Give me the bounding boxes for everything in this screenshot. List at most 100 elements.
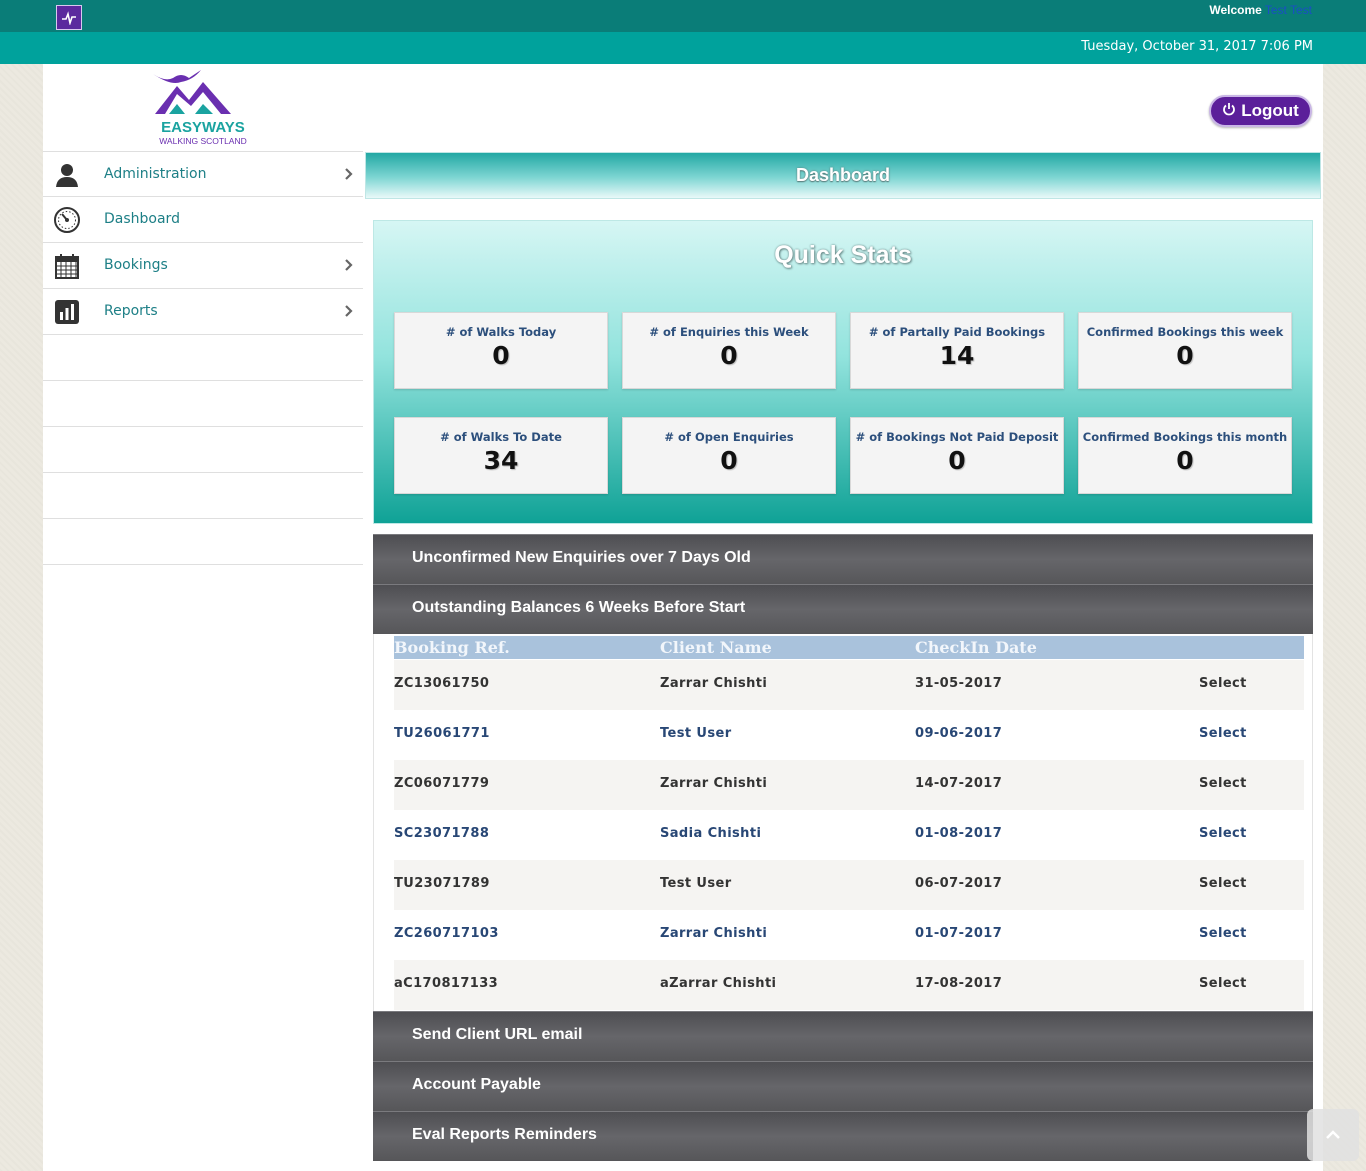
checkin-date-cell: 31-05-2017	[915, 676, 1003, 691]
sidebar-empty-row	[43, 427, 363, 473]
table-row: ZC06071779 Zarrar Chishti 14-07-2017 Sel…	[394, 760, 1304, 810]
table-row: ZC13061750 Zarrar Chishti 31-05-2017 Sel…	[394, 660, 1304, 710]
sidebar-item-reports[interactable]: Reports	[43, 289, 363, 335]
stat-value: 0	[1176, 341, 1194, 370]
logo-text-main: EASYWAYS	[161, 119, 245, 136]
section-header-unconfirmed-enquiries[interactable]: Unconfirmed New Enquiries over 7 Days Ol…	[373, 534, 1313, 584]
sidebar-item-bookings[interactable]: Bookings	[43, 243, 363, 289]
stat-value: 14	[939, 341, 975, 370]
checkin-date-cell: 06-07-2017	[915, 876, 1003, 891]
stat-card[interactable]: # of Partally Paid Bookings 14	[850, 312, 1064, 389]
quick-stats-title: Quick Stats	[774, 241, 912, 269]
section-header-outstanding-balances[interactable]: Outstanding Balances 6 Weeks Before Star…	[373, 584, 1313, 634]
stat-label: # of Enquiries this Week	[649, 325, 809, 339]
sidebar-item-label: Reports	[104, 303, 158, 319]
bar-chart-icon	[53, 298, 81, 326]
header: EASYWAYS WALKING SCOTLAND Logout	[43, 64, 1323, 151]
calendar-icon	[53, 252, 81, 280]
checkin-date-cell: 14-07-2017	[915, 776, 1003, 791]
select-link[interactable]: Select	[1199, 976, 1247, 991]
easyways-logo[interactable]: EASYWAYS WALKING SCOTLAND	[151, 66, 255, 148]
stat-value: 0	[720, 446, 738, 475]
logout-button[interactable]: Logout	[1209, 95, 1312, 127]
stat-label: # of Walks To Date	[440, 430, 562, 444]
client-name-cell: Sadia Chishti	[660, 826, 762, 841]
quick-stats-panel: Quick Stats # of Walks Today 0 # of Enqu…	[373, 220, 1313, 524]
welcome-label: Welcome	[1209, 3, 1262, 17]
section-header-send-client-url[interactable]: Send Client URL email	[373, 1011, 1313, 1061]
checkin-date-cell: 01-08-2017	[915, 826, 1003, 841]
stat-label: # of Walks Today	[445, 325, 557, 339]
booking-ref-cell: aC170817133	[394, 976, 499, 991]
table-row: aC170817133 aZarrar Chishti 17-08-2017 S…	[394, 960, 1304, 1010]
outstanding-balances-table: Booking Ref. Client Name CheckIn Date ZC…	[373, 634, 1313, 1011]
stat-card[interactable]: # of Walks To Date 34	[394, 417, 608, 494]
select-link[interactable]: Select	[1199, 826, 1247, 841]
stat-card[interactable]: # of Bookings Not Paid Deposit 0	[850, 417, 1064, 494]
main-content: Dashboard Quick Stats # of Walks Today 0…	[363, 151, 1323, 1171]
column-header-client-name: Client Name	[660, 638, 772, 657]
speedometer-icon	[53, 206, 81, 234]
checkin-date-cell: 09-06-2017	[915, 726, 1003, 741]
booking-ref-cell: ZC06071779	[394, 776, 490, 791]
booking-ref-cell: ZC13061750	[394, 676, 490, 691]
welcome-message: Welcome Test Test	[1209, 3, 1312, 17]
sidebar: Administration Dashboard Bookings Report…	[43, 151, 363, 1171]
sidebar-item-label: Bookings	[104, 257, 168, 273]
sidebar-empty-row	[43, 335, 363, 381]
client-name-cell: Zarrar Chishti	[660, 676, 768, 691]
checkin-date-cell: 17-08-2017	[915, 976, 1003, 991]
sidebar-empty-row	[43, 473, 363, 519]
select-link[interactable]: Select	[1199, 926, 1247, 941]
chevron-up-icon	[1324, 1126, 1342, 1145]
stat-value: 34	[483, 446, 519, 475]
sidebar-item-dashboard[interactable]: Dashboard	[43, 197, 363, 243]
booking-ref-cell: SC23071788	[394, 826, 490, 841]
client-name-cell: Test User	[660, 876, 732, 891]
select-link[interactable]: Select	[1199, 726, 1247, 741]
stat-card[interactable]: Confirmed Bookings this week 0	[1078, 312, 1292, 389]
select-link[interactable]: Select	[1199, 676, 1247, 691]
stat-value: 0	[720, 341, 738, 370]
client-name-cell: aZarrar Chishti	[660, 976, 777, 991]
stat-card[interactable]: # of Walks Today 0	[394, 312, 608, 389]
section-header-eval-reports[interactable]: Eval Reports Reminders	[373, 1111, 1313, 1161]
date-bar: Tuesday, October 31, 2017 7:06 PM	[0, 32, 1366, 64]
table-row: TU23071789 Test User 06-07-2017 Select	[394, 860, 1304, 910]
stat-label: # of Open Enquiries	[664, 430, 794, 444]
scroll-to-top-button[interactable]	[1307, 1109, 1359, 1161]
page-title: Dashboard	[365, 152, 1321, 199]
checkin-date-cell: 01-07-2017	[915, 926, 1003, 941]
stat-card[interactable]: # of Open Enquiries 0	[622, 417, 836, 494]
sidebar-item-label: Dashboard	[104, 211, 180, 227]
booking-ref-cell: TU26061771	[394, 726, 490, 741]
stat-label: Confirmed Bookings this month	[1082, 430, 1288, 444]
select-link[interactable]: Select	[1199, 776, 1247, 791]
section-header-account-payable[interactable]: Account Payable	[373, 1061, 1313, 1111]
welcome-user-link[interactable]: Test Test	[1265, 3, 1312, 17]
stat-value: 0	[492, 341, 510, 370]
chevron-right-icon	[343, 165, 355, 183]
pulse-icon[interactable]	[56, 5, 82, 30]
booking-ref-cell: ZC260717103	[394, 926, 499, 941]
client-name-cell: Test User	[660, 726, 732, 741]
sidebar-item-label: Administration	[104, 166, 207, 182]
table-row: ZC260717103 Zarrar Chishti 01-07-2017 Se…	[394, 910, 1304, 960]
table-header: Booking Ref. Client Name CheckIn Date	[394, 636, 1304, 659]
sidebar-item-administration[interactable]: Administration	[43, 151, 363, 197]
column-header-booking-ref: Booking Ref.	[394, 638, 510, 657]
stat-card[interactable]: Confirmed Bookings this month 0	[1078, 417, 1292, 494]
stat-card[interactable]: # of Enquiries this Week 0	[622, 312, 836, 389]
table-row: TU26061771 Test User 09-06-2017 Select	[394, 710, 1304, 760]
stat-value: 0	[948, 446, 966, 475]
booking-ref-cell: TU23071789	[394, 876, 490, 891]
logo-text-sub: WALKING SCOTLAND	[159, 136, 247, 146]
stat-value: 0	[1176, 446, 1194, 475]
chevron-right-icon	[343, 256, 355, 274]
sidebar-empty-row	[43, 381, 363, 427]
select-link[interactable]: Select	[1199, 876, 1247, 891]
column-header-checkin-date: CheckIn Date	[915, 638, 1037, 657]
user-icon	[53, 161, 81, 189]
stat-label: # of Partally Paid Bookings	[868, 325, 1046, 339]
stat-label: # of Bookings Not Paid Deposit	[855, 430, 1059, 444]
